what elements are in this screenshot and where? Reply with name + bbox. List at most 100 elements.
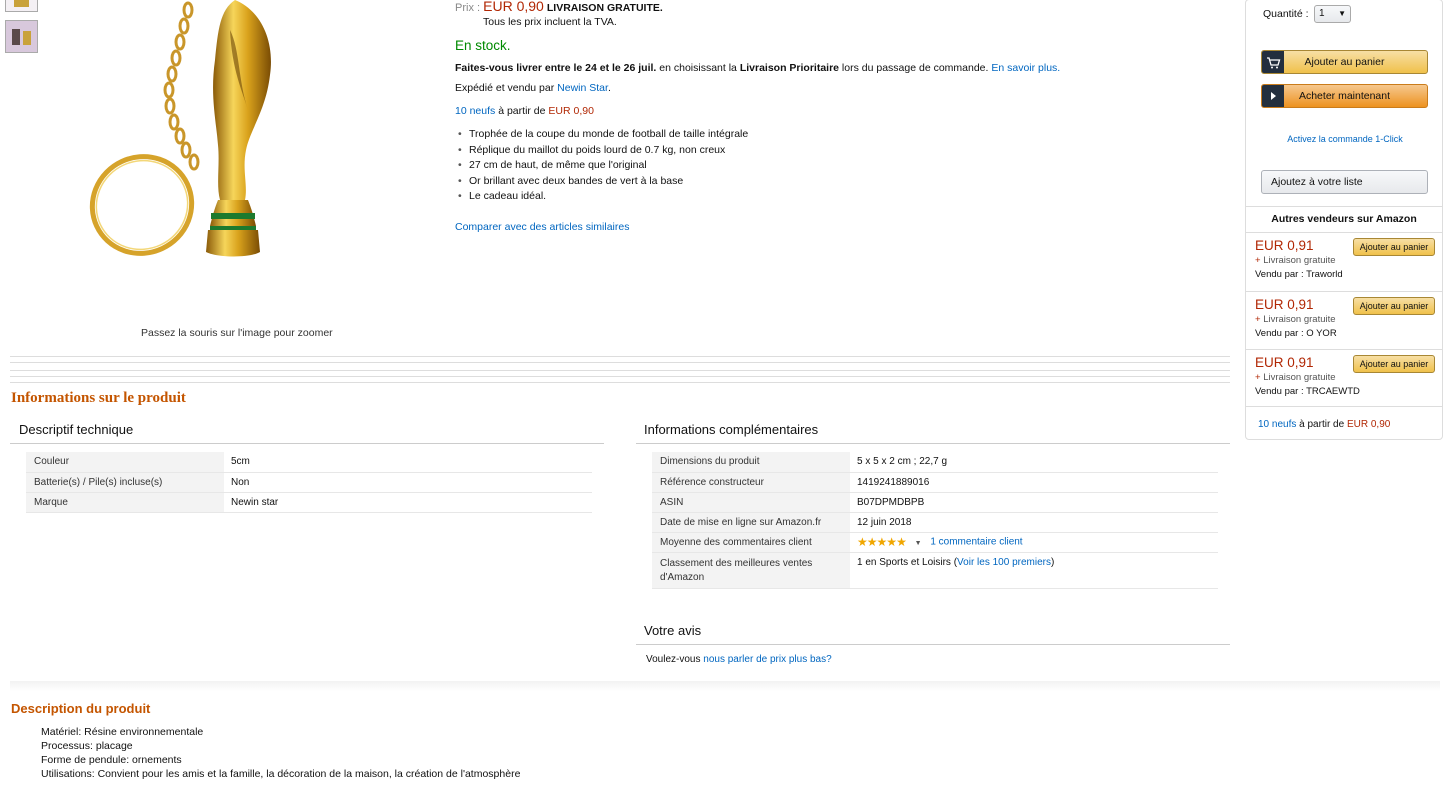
spec-key: Date de mise en ligne sur Amazon.fr <box>652 512 850 533</box>
other-offer: EUR 0,91 + Livraison gratuite Vendu par … <box>1255 238 1435 280</box>
compare-link[interactable]: Comparer avec des articles similaires <box>455 221 629 233</box>
spec-value: B07DPMDBPB <box>850 492 1218 513</box>
rank-text: 1 en Sports et Loisirs ( <box>857 556 958 568</box>
feedback-title: Votre avis <box>644 623 702 638</box>
offer-seller-prefix: Vendu par : <box>1255 328 1307 339</box>
add-to-list-button[interactable]: Ajoutez à votre liste <box>1261 170 1428 194</box>
reviews-link[interactable]: 1 commentaire client <box>930 537 1022 548</box>
table-row: Classement des meilleures ventes d'Amazo… <box>652 552 1218 589</box>
shipped-prefix: Expédié et vendu par <box>455 82 558 94</box>
spec-key: ASIN <box>652 492 850 513</box>
feature-bullets: Trophée de la coupe du monde de football… <box>458 128 748 206</box>
buybox-new-offers-link[interactable]: 10 neufs <box>1258 419 1296 430</box>
star-rating[interactable]: ★★★★★ <box>857 535 907 549</box>
feature-bullet: Réplique du maillot du poids lourd de 0.… <box>458 144 748 160</box>
price-row: Prix : EUR 0,90 LIVRAISON GRATUITE. <box>455 0 663 14</box>
star-icon: ★ <box>886 535 897 549</box>
offer-add-to-cart-button[interactable]: Ajouter au panier <box>1353 297 1435 315</box>
table-row: Dimensions du produit 5 x 5 x 2 cm ; 22,… <box>652 452 1218 473</box>
top100-link[interactable]: Voir les 100 premiers <box>957 557 1051 568</box>
add-to-cart-label: Ajouter au panier <box>1304 56 1385 68</box>
cart-icon <box>1262 51 1284 73</box>
new-offers: 10 neufs à partir de EUR 0,90 <box>455 105 594 117</box>
divider <box>10 370 1230 371</box>
table-row: Batterie(s) / Pile(s) incluse(s) Non <box>26 472 592 493</box>
spec-key: Marque <box>26 492 224 513</box>
offer-shipping-text: Livraison gratuite <box>1263 255 1336 266</box>
offer-shipping-text: Livraison gratuite <box>1263 372 1336 383</box>
additional-info-table: Dimensions du produit 5 x 5 x 2 cm ; 22,… <box>652 452 1218 589</box>
divider <box>1246 206 1442 207</box>
add-to-cart-button[interactable]: Ajouter au panier <box>1261 50 1428 74</box>
star-icon: ★ <box>857 535 868 549</box>
table-row: Couleur 5cm <box>26 452 592 473</box>
offer-seller-name: TRCAEWTD <box>1306 386 1360 397</box>
description-line: Utilisations: Convient pour les amis et … <box>41 768 521 780</box>
thumbnail-2[interactable] <box>5 20 38 53</box>
one-click-link[interactable]: Activez la commande 1-Click <box>1246 134 1444 144</box>
shipped-by: Expédié et vendu par Newin Star. <box>455 82 611 94</box>
divider <box>10 382 1230 383</box>
other-offer: EUR 0,91 + Livraison gratuite Vendu par … <box>1255 297 1435 339</box>
chevron-down-icon[interactable]: ▼ <box>915 540 922 547</box>
thumbnail-1[interactable] <box>5 0 38 12</box>
free-shipping-label: LIVRAISON GRATUITE. <box>546 2 663 14</box>
product-image[interactable] <box>70 0 330 275</box>
spec-key: Moyenne des commentaires client <box>652 532 850 553</box>
divider <box>636 443 1230 444</box>
offer-seller: Vendu par : O YOR <box>1255 328 1435 339</box>
delivery-dates: Faites-vous livrer entre le 24 et le 26 … <box>455 62 657 74</box>
tech-details-title: Descriptif technique <box>19 422 134 437</box>
divider <box>10 443 604 444</box>
star-icon: ★ <box>896 535 907 549</box>
availability: En stock. <box>455 38 511 53</box>
additional-info-title: Informations complémentaires <box>644 422 819 437</box>
description-line: Matériel: Résine environnementale <box>41 726 204 738</box>
offer-add-to-cart-button[interactable]: Ajouter au panier <box>1353 355 1435 373</box>
quantity-select[interactable]: 1 ▼ <box>1314 5 1351 23</box>
feature-bullet: Or brillant avec deux bandes de vert à l… <box>458 175 748 191</box>
price-label: Prix : <box>455 2 481 14</box>
table-row: Moyenne des commentaires client ★★★★★ ▼ … <box>652 532 1218 553</box>
description-line: Processus: placage <box>41 740 133 752</box>
feedback-prefix: Voulez-vous <box>646 654 704 665</box>
buybox-new-offers: 10 neufs à partir de EUR 0,90 <box>1258 419 1390 430</box>
delivery-mid: en choisissant la <box>656 62 740 74</box>
other-sellers-title: Autres vendeurs sur Amazon <box>1271 213 1417 225</box>
divider <box>10 376 1230 377</box>
divider <box>10 362 1230 363</box>
spec-key: Dimensions du produit <box>652 452 850 473</box>
divider <box>1246 406 1442 407</box>
lower-price-link[interactable]: nous parler de prix plus bas? <box>703 654 831 665</box>
seller-link[interactable]: Newin Star <box>557 82 608 94</box>
spec-key: Couleur <box>26 452 224 473</box>
star-icon: ★ <box>866 535 878 549</box>
buy-box: Quantité : 1 ▼ Ajouter au panier Acheter… <box>1245 0 1443 440</box>
spec-value: Non <box>224 472 592 493</box>
learn-more-link[interactable]: En savoir plus. <box>991 62 1060 74</box>
tech-details-table: Couleur 5cm Batterie(s) / Pile(s) inclus… <box>26 452 592 513</box>
zoom-hint: Passez la souris sur l'image pour zoomer <box>141 327 333 339</box>
divider <box>1246 291 1442 292</box>
rank-cell: 1 en Sports et Loisirs (Voir les 100 pre… <box>850 552 1218 589</box>
divider <box>1246 232 1442 233</box>
new-offers-link[interactable]: 10 neufs <box>455 105 495 117</box>
table-row: Marque Newin star <box>26 492 592 513</box>
buy-now-button[interactable]: Acheter maintenant <box>1261 84 1428 108</box>
spec-value: 5cm <box>224 452 592 473</box>
spec-value: 12 juin 2018 <box>850 512 1218 533</box>
offer-shipping-text: Livraison gratuite <box>1263 314 1336 325</box>
quantity-label: Quantité : <box>1263 8 1309 20</box>
buybox-new-from-text: à partir de <box>1296 419 1347 430</box>
divider <box>636 644 1230 645</box>
feature-bullet: Trophée de la coupe du monde de football… <box>458 128 748 144</box>
offer-shipping: + Livraison gratuite <box>1255 372 1336 383</box>
delivery-message: Faites-vous livrer entre le 24 et le 26 … <box>455 62 1060 74</box>
product-info-title: Informations sur le produit <box>11 390 186 406</box>
buy-now-label: Acheter maintenant <box>1298 90 1391 102</box>
feature-bullet: Le cadeau idéal. <box>458 190 748 206</box>
other-offer: EUR 0,91 + Livraison gratuite Vendu par … <box>1255 355 1435 397</box>
divider <box>10 356 1230 357</box>
divider <box>1246 349 1442 350</box>
offer-add-to-cart-button[interactable]: Ajouter au panier <box>1353 238 1435 256</box>
